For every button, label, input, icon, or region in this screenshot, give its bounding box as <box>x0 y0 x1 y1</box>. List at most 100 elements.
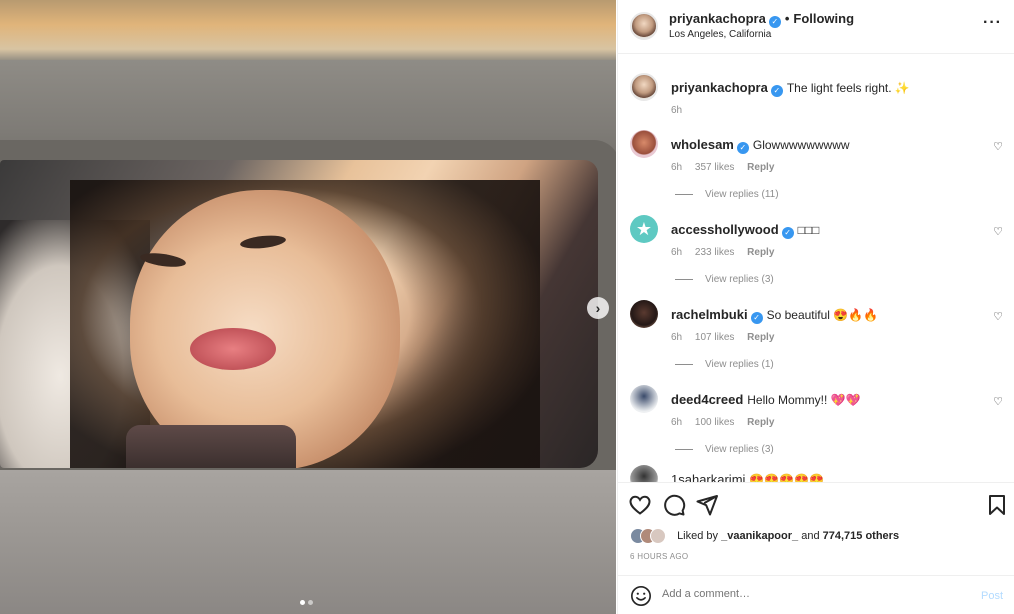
visor-mirror <box>0 160 598 468</box>
car-ceiling <box>0 470 616 614</box>
caption-time: 6h <box>671 105 683 116</box>
comment-line: accesshollywood ✓ □□□ <box>671 222 819 239</box>
view-replies-button[interactable]: View replies (11) <box>675 189 779 200</box>
like-comment-heart-icon[interactable]: ♡ <box>993 140 1003 153</box>
comment-likes[interactable]: 233 likes <box>695 247 734 258</box>
caption-text: The light feels right. ✨ <box>786 81 910 95</box>
add-comment-bar: Post <box>618 575 1014 614</box>
save-bookmark-icon[interactable] <box>985 493 1009 517</box>
replies-divider <box>675 363 693 365</box>
comment-likes[interactable]: 107 likes <box>695 332 734 343</box>
replies-divider <box>675 278 693 280</box>
carousel-dots <box>300 600 313 605</box>
following-button[interactable]: Following <box>793 11 854 26</box>
post-photo[interactable]: › <box>0 0 616 614</box>
reply-button[interactable]: Reply <box>747 247 774 258</box>
like-comment-heart-icon[interactable]: ♡ <box>993 395 1003 408</box>
comment-username[interactable]: deed4creed <box>671 392 743 407</box>
author-line: priyankachopra ✓ • Following <box>669 11 854 28</box>
post-header: priyankachopra ✓ • Following Los Angeles, C… <box>618 0 1014 54</box>
comment-time: 6h <box>671 332 683 343</box>
comment-text: □□□ <box>797 223 820 237</box>
comment-time: 6h <box>671 162 683 173</box>
likes-summary: Liked by _vaanikapoor_ and 774,715 other… <box>630 528 899 544</box>
commenter-avatar[interactable] <box>630 130 658 158</box>
caption-meta: 6h <box>671 105 692 116</box>
comment-icon[interactable] <box>662 493 686 517</box>
comments-list[interactable]: priyankachopra ✓ The light feels right. ✨ … <box>618 55 1014 482</box>
comment-likes[interactable]: 100 likes <box>695 417 734 428</box>
comment-line: rachelmbuki ✓ So beautiful 😍🔥🔥 <box>671 307 878 324</box>
reply-button[interactable]: Reply <box>747 162 774 173</box>
heart-icon[interactable] <box>628 493 652 517</box>
post-comment-button[interactable]: Post <box>981 590 1003 602</box>
verified-badge-icon: ✓ <box>736 142 749 154</box>
post-side-panel: priyankachopra ✓ • Following Los Angeles, C… <box>617 0 1014 614</box>
verified-badge-icon: ✓ <box>770 85 783 97</box>
comment-meta: 6h 100 likes Reply <box>671 417 784 428</box>
author-username[interactable]: priyankachopra <box>669 11 766 26</box>
comment-time: 6h <box>671 247 683 258</box>
emoji-smiley-icon[interactable] <box>630 585 652 607</box>
reply-button[interactable]: Reply <box>747 332 774 343</box>
comment-text: Glowwwwwwwww <box>752 138 850 152</box>
comment-meta: 6h 233 likes Reply <box>671 247 784 258</box>
add-comment-input[interactable] <box>662 588 942 600</box>
lips <box>190 328 276 370</box>
commenter-avatar[interactable] <box>630 385 658 413</box>
liker-avatars[interactable] <box>630 528 670 544</box>
comment-username[interactable]: accesshollywood <box>671 222 779 237</box>
next-slide-button[interactable]: › <box>587 297 609 319</box>
verified-badge-icon: ✓ <box>750 312 763 324</box>
view-replies-button[interactable]: View replies (1) <box>675 359 774 370</box>
caption-avatar[interactable] <box>630 73 658 101</box>
comment-line: wholesam ✓ Glowwwwwwwww <box>671 137 850 154</box>
author-avatar[interactable] <box>630 12 658 40</box>
comment-username[interactable]: 1saharkarimi <box>671 472 745 482</box>
post-actions: Liked by _vaanikapoor_ and 774,715 other… <box>618 482 1014 574</box>
caption-username[interactable]: priyankachopra <box>671 80 768 95</box>
comment-line: 1saharkarimi 😍😍😍😍😍 <box>671 472 824 482</box>
likes-count[interactable]: 774,715 others <box>823 530 899 542</box>
commenter-avatar[interactable]: ★ <box>630 215 658 243</box>
liked-by-and: and <box>801 529 820 542</box>
liker-avatar <box>650 528 666 544</box>
liked-by-user[interactable]: _vaanikapoor_ <box>721 530 798 542</box>
carousel-dot <box>300 600 305 605</box>
view-replies-label: View replies (3) <box>705 444 774 455</box>
comment-username[interactable]: wholesam <box>671 137 734 152</box>
comment-text: 😍😍😍😍😍 <box>749 473 825 482</box>
reply-button[interactable]: Reply <box>747 417 774 428</box>
like-comment-heart-icon[interactable]: ♡ <box>993 225 1003 238</box>
comment-likes[interactable]: 357 likes <box>695 162 734 173</box>
dot-separator: • <box>784 11 790 26</box>
comment-line: deed4creed Hello Mommy!! 💖💖 <box>671 392 861 407</box>
verified-badge-icon: ✓ <box>768 16 781 28</box>
replies-divider <box>675 448 693 450</box>
caption-line: priyankachopra ✓ The light feels right. ✨ <box>671 80 910 97</box>
chevron-right-icon: › <box>595 300 601 316</box>
view-replies-button[interactable]: View replies (3) <box>675 274 774 285</box>
commenter-avatar[interactable] <box>630 465 658 482</box>
post-location[interactable]: Los Angeles, California <box>669 29 771 40</box>
replies-divider <box>675 193 693 195</box>
comment-time: 6h <box>671 417 683 428</box>
post-time-ago[interactable]: 6 HOURS AGO <box>630 552 688 561</box>
phone <box>126 425 296 468</box>
liked-by-prefix: Liked by <box>677 529 719 542</box>
share-icon[interactable] <box>695 493 719 517</box>
view-replies-label: View replies (11) <box>705 189 779 200</box>
carousel-dot <box>308 600 313 605</box>
view-replies-label: View replies (3) <box>705 274 774 285</box>
comment-text: Hello Mommy!! 💖💖 <box>747 393 861 407</box>
verified-badge-icon: ✓ <box>781 227 794 239</box>
like-comment-heart-icon[interactable]: ♡ <box>993 310 1003 323</box>
comment-username[interactable]: rachelmbuki <box>671 307 748 322</box>
comment-meta: 6h 357 likes Reply <box>671 162 784 173</box>
view-replies-button[interactable]: View replies (3) <box>675 444 774 455</box>
view-replies-label: View replies (1) <box>705 359 774 370</box>
comment-meta: 6h 107 likes Reply <box>671 332 784 343</box>
commenter-avatar[interactable] <box>630 300 658 328</box>
more-options-icon[interactable]: ··· <box>983 14 1002 32</box>
comment-text: So beautiful 😍🔥🔥 <box>766 308 879 322</box>
